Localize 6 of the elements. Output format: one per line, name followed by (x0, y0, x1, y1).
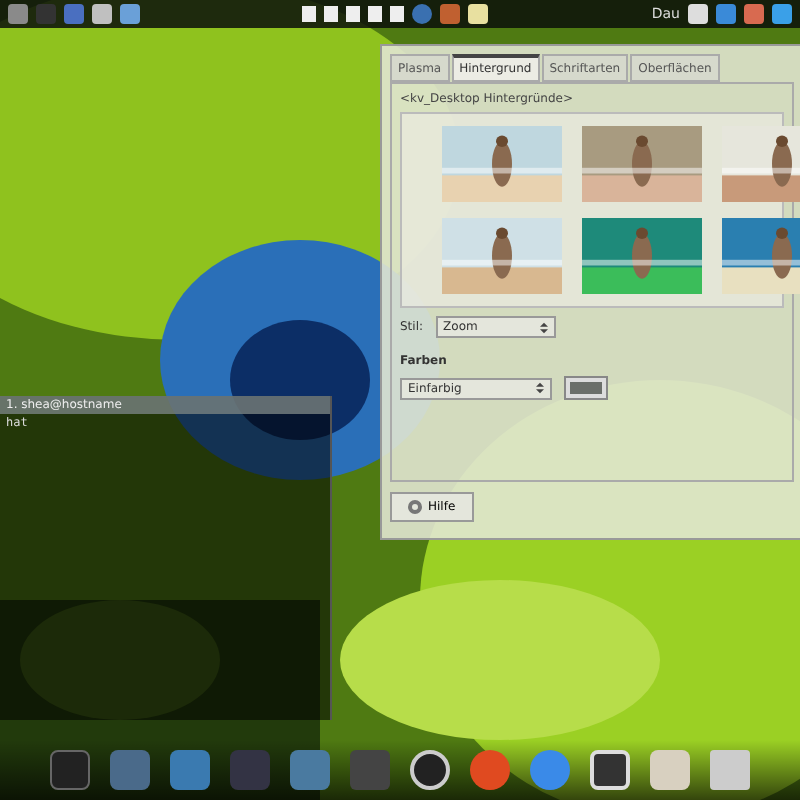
up-down-arrows-icon (539, 321, 548, 333)
lifebuoy-icon (408, 500, 422, 514)
color-swatch (570, 382, 602, 394)
color-swatch-button[interactable] (564, 376, 608, 400)
up-down-arrows-icon (536, 382, 544, 394)
app-icon[interactable] (440, 4, 461, 24)
